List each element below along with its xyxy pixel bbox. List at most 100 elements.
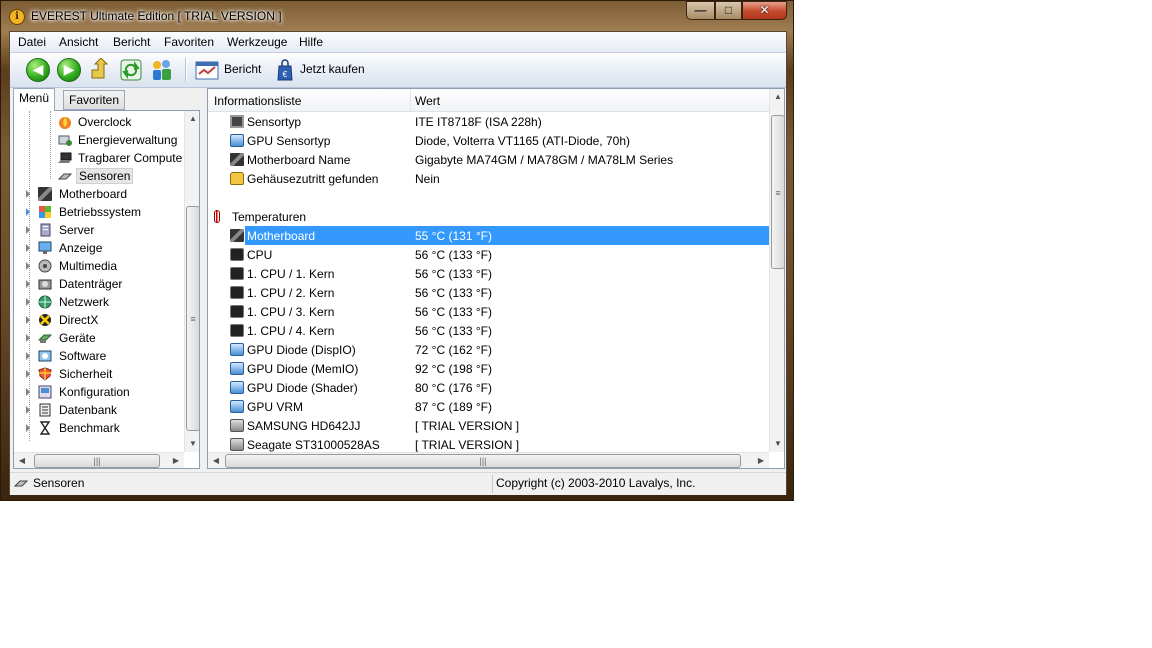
tree-item-geraete[interactable]: Geräte xyxy=(14,329,186,347)
scroll-thumb[interactable]: ≡ xyxy=(771,115,784,269)
scroll-up-icon[interactable]: ▲ xyxy=(185,111,199,127)
table-row[interactable]: 1. CPU / 2. Kern 56 °C (133 °F) xyxy=(208,283,769,302)
scroll-left-icon[interactable]: ◀ xyxy=(208,453,224,468)
table-row[interactable]: GPU VRM 87 °C (189 °F) xyxy=(208,397,769,416)
scroll-down-icon[interactable]: ▼ xyxy=(185,436,199,452)
table-row[interactable]: Motherboard Name Gigabyte MA74GM / MA78GM… xyxy=(208,150,769,169)
column-header-value[interactable]: Wert xyxy=(415,94,440,108)
tree-item-overclock[interactable]: Overclock xyxy=(14,113,186,131)
menu-bericht[interactable]: Bericht xyxy=(113,35,150,49)
table-row[interactable]: GPU Diode (Shader) 80 °C (176 °F) xyxy=(208,378,769,397)
tree-item-multimedia[interactable]: Multimedia xyxy=(14,257,186,275)
forward-icon[interactable]: ▶ xyxy=(57,58,81,82)
table-row[interactable]: GPU Diode (DispIO) 72 °C (162 °F) xyxy=(208,340,769,359)
scroll-left-icon[interactable]: ◀ xyxy=(14,453,30,468)
buy-icon[interactable]: € xyxy=(273,58,297,82)
tab-favorites[interactable]: Favoriten xyxy=(63,90,126,110)
navigation-tree[interactable]: Overclock Energieverwaltung Tragbarer Co… xyxy=(13,110,200,469)
tree-item-tragbarer-computer[interactable]: Tragbarer Compute xyxy=(14,149,186,167)
table-row[interactable]: 1. CPU / 1. Kern 56 °C (133 °F) xyxy=(208,264,769,283)
close-button[interactable]: ✕ xyxy=(742,1,787,20)
app-info-icon[interactable]: i xyxy=(9,9,25,25)
menu-werkzeuge[interactable]: Werkzeuge xyxy=(227,35,287,49)
table-row[interactable]: 1. CPU / 3. Kern 56 °C (133 °F) xyxy=(208,302,769,321)
scroll-thumb[interactable]: ≡ xyxy=(186,206,199,431)
tree-item-energieverwaltung[interactable]: Energieverwaltung xyxy=(14,131,186,149)
tree-item-benchmark[interactable]: Benchmark xyxy=(14,419,186,437)
expand-arrow-icon[interactable] xyxy=(26,424,30,432)
title-bar[interactable]: i EVEREST Ultimate Edition [ TRIAL VERSI… xyxy=(1,1,793,31)
menu-hilfe[interactable]: Hilfe xyxy=(299,35,323,49)
expand-arrow-icon[interactable] xyxy=(26,316,30,324)
tree-item-directx[interactable]: DirectX xyxy=(14,311,186,329)
table-row[interactable]: SAMSUNG HD642JJ [ TRIAL VERSION ] xyxy=(208,416,769,435)
tree-item-datentraeger[interactable]: Datenträger xyxy=(14,275,186,293)
refresh-icon[interactable] xyxy=(119,58,143,82)
table-row[interactable]: GPU Diode (MemIO) 92 °C (198 °F) xyxy=(208,359,769,378)
tree-item-anzeige[interactable]: Anzeige xyxy=(14,239,186,257)
cpu-icon xyxy=(230,248,244,261)
scroll-thumb[interactable]: ||| xyxy=(34,454,160,468)
expand-arrow-icon[interactable] xyxy=(26,388,30,396)
expand-arrow-icon[interactable] xyxy=(26,280,30,288)
list-vertical-scrollbar[interactable]: ▲ ≡ ▼ xyxy=(769,89,784,452)
table-row[interactable]: 1. CPU / 4. Kern 56 °C (133 °F) xyxy=(208,321,769,340)
back-icon[interactable]: ◀ xyxy=(26,58,50,82)
network-icon xyxy=(38,295,52,309)
devices-icon xyxy=(37,331,53,345)
sensor-list[interactable]: Informationsliste Wert Sensortyp ITE IT87… xyxy=(207,88,785,469)
expand-arrow-icon[interactable] xyxy=(26,226,30,234)
table-row[interactable]: Gehäusezutritt gefunden Nein xyxy=(208,169,769,188)
column-divider[interactable] xyxy=(410,89,411,111)
row-value: 55 °C (131 °F) xyxy=(415,229,492,243)
tab-menu[interactable]: Menü xyxy=(13,88,56,111)
scroll-right-icon[interactable]: ▶ xyxy=(168,453,184,468)
report-icon[interactable] xyxy=(195,58,219,82)
tree-item-betriebssystem[interactable]: Betriebssystem xyxy=(14,203,186,221)
expand-arrow-icon[interactable] xyxy=(26,244,30,252)
expand-arrow-icon[interactable] xyxy=(26,406,30,414)
buy-button-label[interactable]: Jetzt kaufen xyxy=(300,62,365,76)
group-header[interactable]: Temperaturen xyxy=(208,207,769,226)
config-icon xyxy=(38,385,52,399)
scroll-right-icon[interactable]: ▶ xyxy=(753,453,769,468)
gpu-icon xyxy=(230,381,244,394)
tree-item-sensoren[interactable]: Sensoren xyxy=(14,167,186,185)
scroll-down-icon[interactable]: ▼ xyxy=(770,436,784,452)
table-row[interactable]: Motherboard 55 °C (131 °F) xyxy=(208,226,769,245)
tree-item-motherboard[interactable]: Motherboard xyxy=(14,185,186,203)
column-header-info[interactable]: Informationsliste xyxy=(214,94,301,108)
maximize-button[interactable]: □ xyxy=(715,1,742,20)
menu-ansicht[interactable]: Ansicht xyxy=(59,35,98,49)
tree-horizontal-scrollbar[interactable]: ◀ ||| ▶ xyxy=(14,452,184,468)
table-row[interactable]: CPU 56 °C (133 °F) xyxy=(208,245,769,264)
tree-item-netzwerk[interactable]: Netzwerk xyxy=(14,293,186,311)
expand-arrow-icon[interactable] xyxy=(26,334,30,342)
expand-arrow-icon[interactable] xyxy=(26,298,30,306)
scroll-thumb[interactable]: ||| xyxy=(225,454,741,468)
row-label: GPU Diode (DispIO) xyxy=(247,343,356,357)
window-title: EVEREST Ultimate Edition [ TRIAL VERSION… xyxy=(31,9,282,23)
expand-arrow-icon[interactable] xyxy=(26,352,30,360)
expand-arrow-icon[interactable] xyxy=(26,370,30,378)
expand-arrow-icon[interactable] xyxy=(26,208,30,216)
menu-favoriten[interactable]: Favoriten xyxy=(164,35,214,49)
expand-arrow-icon[interactable] xyxy=(26,262,30,270)
tree-item-datenbank[interactable]: Datenbank xyxy=(14,401,186,419)
report-button-label[interactable]: Bericht xyxy=(224,62,261,76)
table-row[interactable]: Sensortyp ITE IT8718F (ISA 228h) xyxy=(208,112,769,131)
row-value: 87 °C (189 °F) xyxy=(415,400,492,414)
table-row[interactable]: GPU Sensortyp Diode, Volterra VT1165 (ATI… xyxy=(208,131,769,150)
up-icon[interactable] xyxy=(88,57,112,82)
scroll-up-icon[interactable]: ▲ xyxy=(770,89,784,105)
tree-vertical-scrollbar[interactable]: ▲ ≡ ▼ xyxy=(184,111,199,452)
users-icon[interactable] xyxy=(150,58,174,82)
tree-item-konfiguration[interactable]: Konfiguration xyxy=(14,383,186,401)
minimize-button[interactable]: — xyxy=(686,1,715,20)
expand-arrow-icon[interactable] xyxy=(26,190,30,198)
list-horizontal-scrollbar[interactable]: ◀ ||| ▶ xyxy=(208,452,769,468)
tree-item-sicherheit[interactable]: Sicherheit xyxy=(14,365,186,383)
tree-item-software[interactable]: Software xyxy=(14,347,186,365)
menu-datei[interactable]: Datei xyxy=(18,35,46,49)
tree-item-server[interactable]: Server xyxy=(14,221,186,239)
